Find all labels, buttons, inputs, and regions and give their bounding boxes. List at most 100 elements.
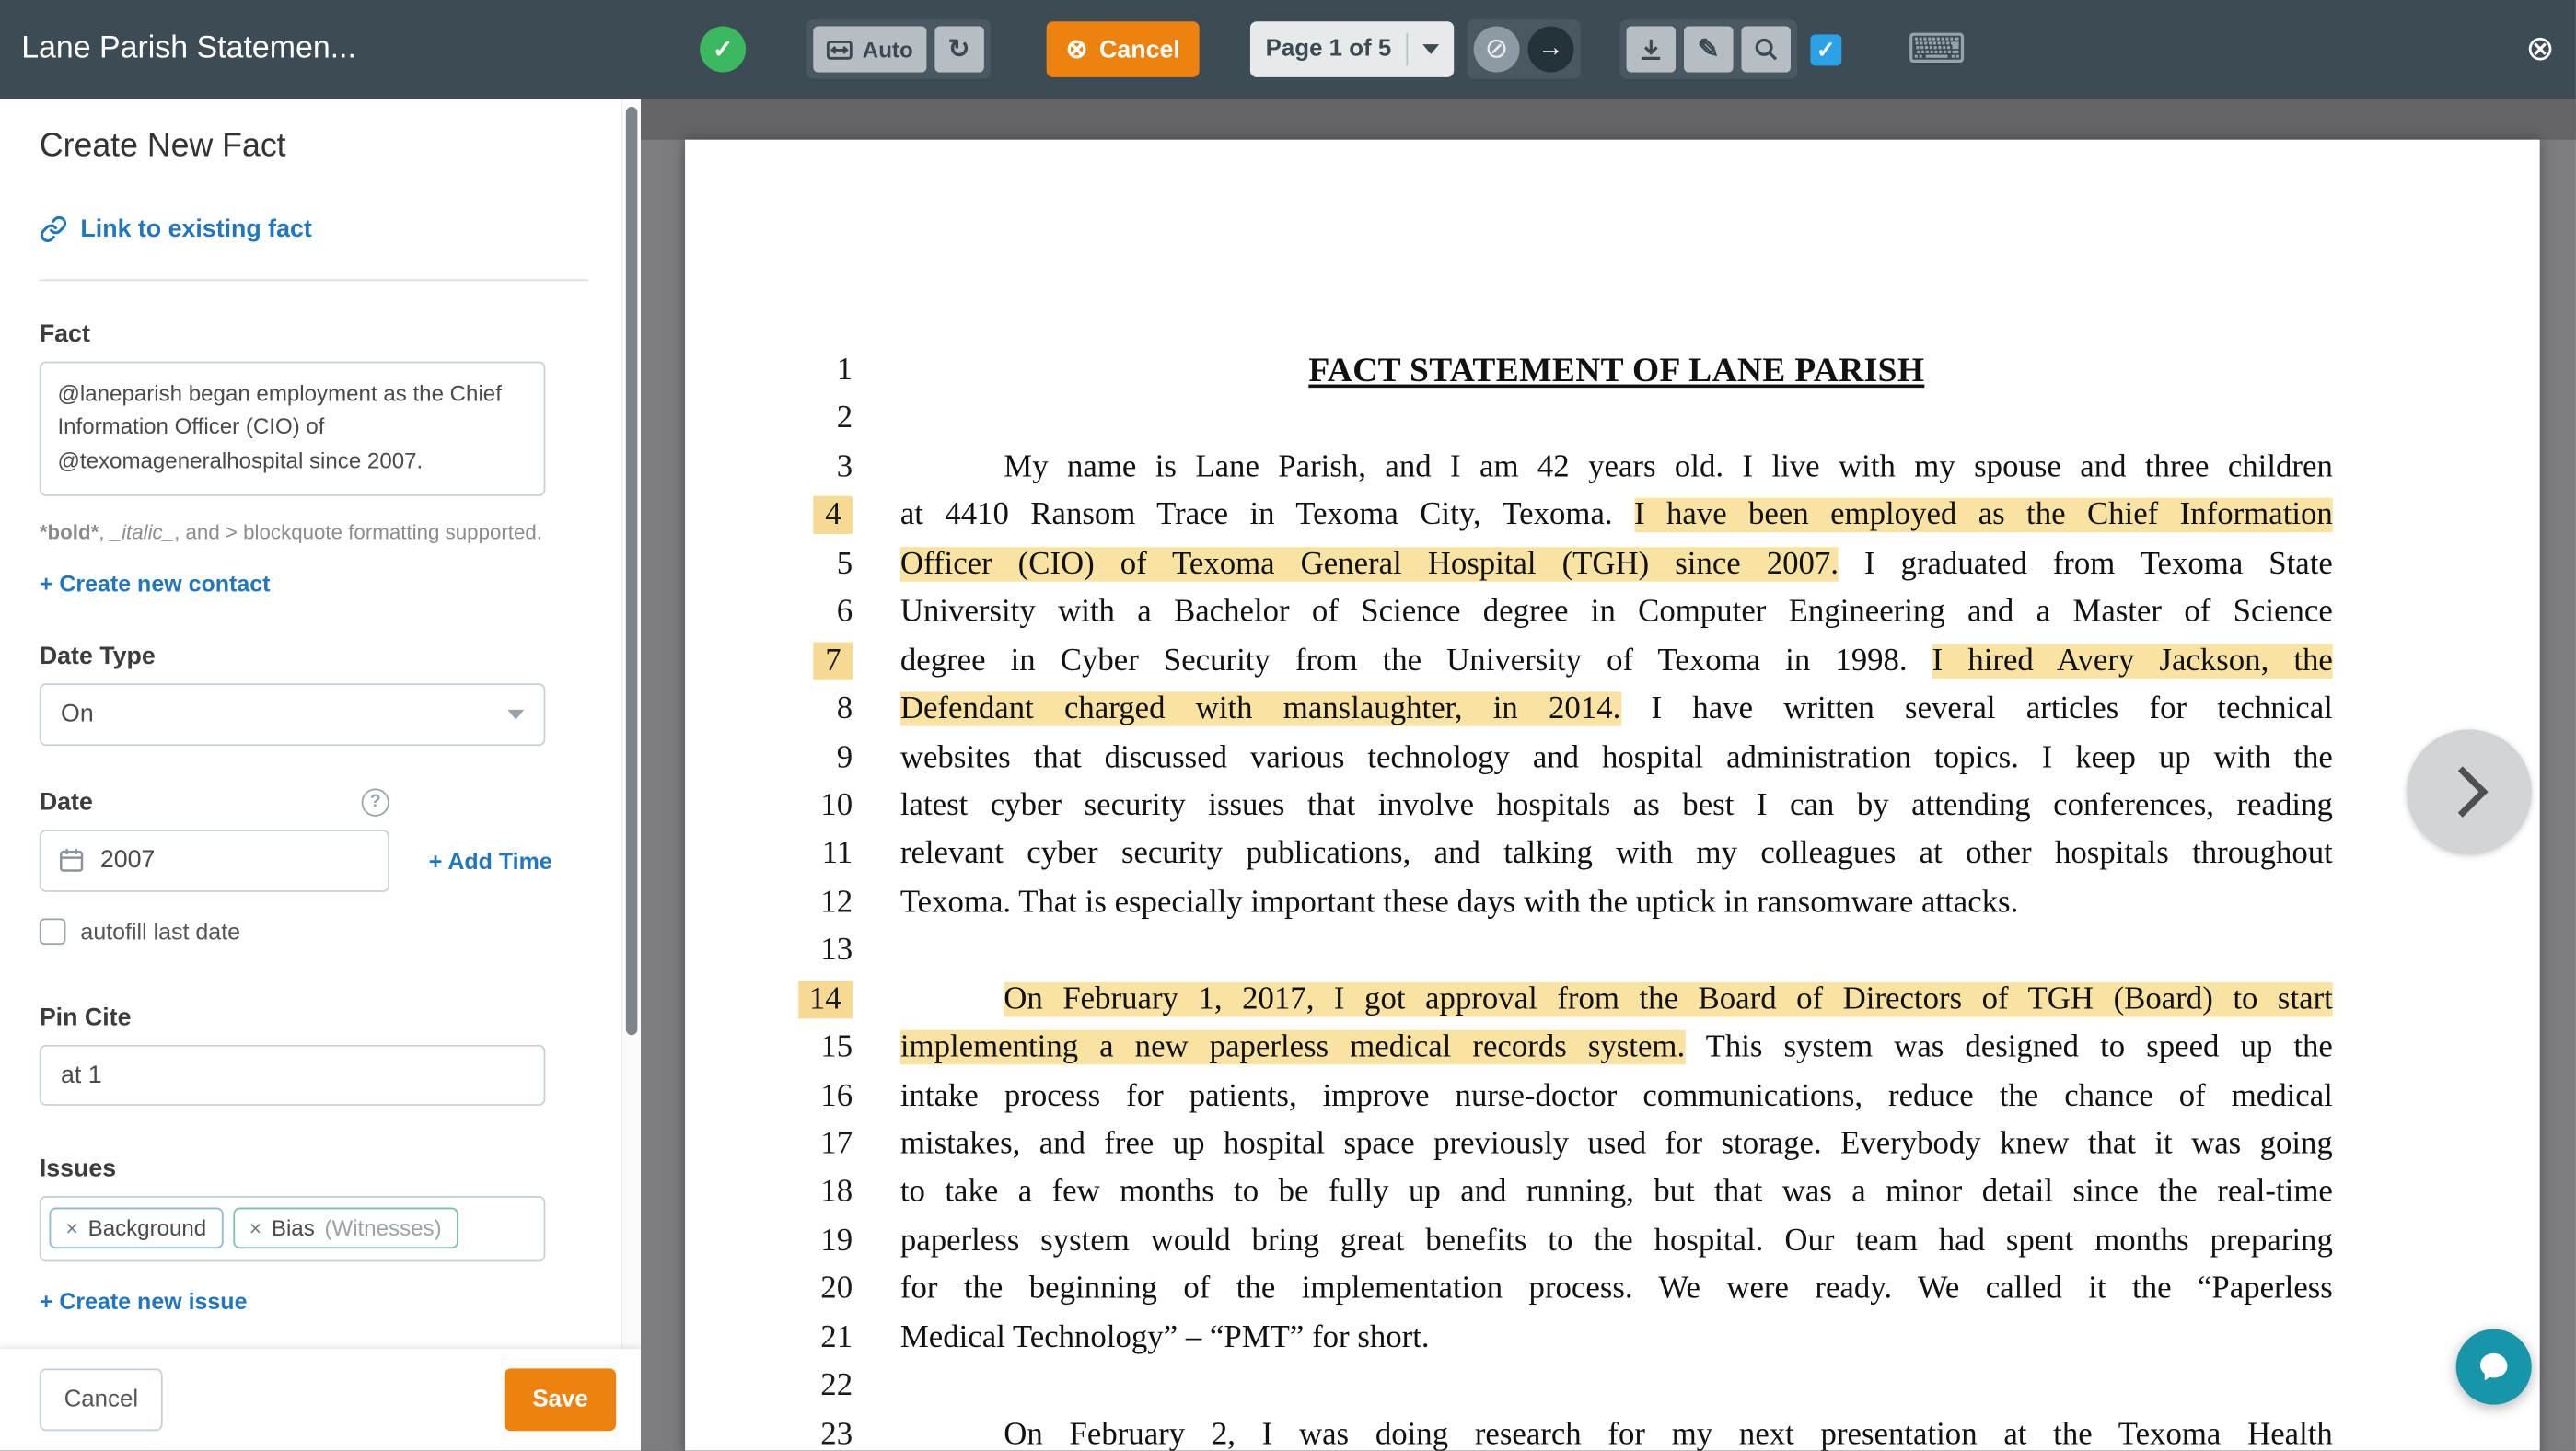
line-number: 16 (685, 1072, 853, 1120)
issues-label: Issues (40, 1155, 582, 1182)
remove-tag-icon[interactable]: × (65, 1216, 78, 1241)
doc-line[interactable]: 17mistakes, and free up hospital space p… (685, 1120, 2540, 1169)
autolink-checkbox[interactable]: ✓ (1810, 34, 1841, 65)
chevron-right-icon (2437, 766, 2489, 818)
doc-line[interactable]: 10latest cyber security issues that invo… (685, 782, 2540, 830)
confirm-button[interactable]: ✓ (700, 27, 746, 73)
line-number: 12 (685, 878, 853, 927)
issue-tag-label: Bias (272, 1216, 315, 1241)
doc-line[interactable]: 20for the beginning of the implementatio… (685, 1266, 2540, 1315)
doc-line[interactable]: 7degree in Cyber Security from the Unive… (685, 637, 2540, 686)
view-controls-cluster: Auto ↻ (806, 19, 990, 78)
fact-highlight[interactable]: On February 1, 2017, I got approval from… (1004, 982, 2333, 1016)
fact-highlight[interactable]: implementing a new paperless medical rec… (900, 1030, 1685, 1064)
cancel-processing-button[interactable]: ⊗ Cancel (1046, 21, 1200, 77)
line-number: 22 (685, 1363, 853, 1411)
apply-highlight-button[interactable]: → (1527, 27, 1573, 73)
page-selector[interactable]: Page 1 of 5 (1251, 21, 1454, 77)
line-number: 8 (685, 685, 853, 734)
remove-tag-icon[interactable]: × (249, 1216, 262, 1241)
keyboard-icon[interactable]: ⌨ (1908, 29, 1967, 70)
line-number: 23 (685, 1410, 853, 1450)
doc-line[interactable]: 2 (685, 395, 2540, 444)
add-time-link[interactable]: + Add Time (429, 847, 552, 874)
create-new-issue-link[interactable]: + Create new issue (40, 1288, 248, 1315)
doc-line[interactable]: 15 implementing a new paperless medical r… (685, 1024, 2540, 1073)
fact-textarea[interactable]: @laneparish began employment as the Chie… (40, 362, 546, 496)
download-button[interactable] (1626, 27, 1676, 73)
autofill-checkbox[interactable] (40, 918, 66, 945)
annotate-button[interactable]: ✎ (1684, 27, 1734, 73)
auto-fit-button[interactable]: Auto (813, 27, 926, 73)
date-input-box[interactable] (40, 830, 389, 892)
doc-line[interactable]: 3My name is Lane Parish, and I am 42 yea… (685, 444, 2540, 493)
doc-line[interactable]: 9websites that discussed various technol… (685, 734, 2540, 783)
pin-cite-label: Pin Cite (40, 1004, 582, 1031)
cancel-fact-button[interactable]: Cancel (40, 1368, 163, 1431)
doc-line[interactable]: 8 Defendant charged with manslaughter, in… (685, 685, 2540, 734)
doc-line[interactable]: 23On February 2, I was doing research fo… (685, 1410, 2540, 1450)
fact-highlight[interactable]: I have been employed as the Chief Inform… (1634, 498, 2333, 532)
doc-line[interactable]: 19paperless system would bring great ben… (685, 1217, 2540, 1266)
issue-tag-background: × Background (50, 1208, 224, 1249)
auto-fit-label: Auto (863, 37, 913, 62)
issues-multiselect[interactable]: × Background × Bias (Witnesses) (40, 1196, 546, 1261)
doc-line[interactable]: 22 (685, 1363, 2540, 1411)
hint-italic: _italic_ (110, 521, 174, 544)
line-number: 10 (685, 782, 853, 830)
line-number: 18 (685, 1168, 853, 1217)
create-new-contact-link[interactable]: + Create new contact (40, 570, 271, 597)
download-icon (1638, 36, 1665, 63)
close-button[interactable]: ⊗ (2525, 29, 2554, 70)
line-number: 15 (685, 1024, 853, 1073)
doc-line[interactable]: 5Officer (CIO) of Texoma General Hospita… (685, 540, 2540, 589)
doc-line[interactable]: 11relevant cyber security publications, … (685, 830, 2540, 879)
line-number: 9 (685, 734, 853, 783)
link-to-existing-fact[interactable]: Link to existing fact (40, 215, 582, 243)
chat-launcher-button[interactable] (2456, 1329, 2532, 1405)
hint-bold: *bold* (40, 521, 99, 544)
fact-highlight[interactable]: Officer (CIO) of Texoma General Hospital… (900, 547, 1839, 581)
doc-line[interactable]: 13 (685, 927, 2540, 976)
line-number: 13 (685, 927, 853, 976)
link-to-existing-fact-label: Link to existing fact (80, 215, 311, 243)
doc-line[interactable]: 1FACT STATEMENT OF LANE PARISH (685, 347, 2540, 396)
doc-line[interactable]: 14On February 1, 2017, I got approval fr… (685, 975, 2540, 1024)
formatting-hint: *bold*, _italic_, and > blockquote forma… (40, 517, 549, 548)
autofill-label: autofill last date (80, 918, 240, 945)
date-help-icon[interactable]: ? (362, 788, 389, 816)
sidebar-scrollbar (621, 99, 641, 1349)
doc-line[interactable]: 4at 4410 Ransom Trace in Texoma City, Te… (685, 492, 2540, 540)
panel-title: Create New Fact (40, 128, 582, 166)
search-button[interactable] (1741, 27, 1791, 73)
doc-line[interactable]: 6University with a Bachelor of Science d… (685, 588, 2540, 637)
refresh-button[interactable]: ↻ (934, 27, 984, 73)
doc-line[interactable]: 18to take a few months to be fully up an… (685, 1168, 2540, 1217)
calendar-icon (57, 846, 85, 874)
fact-highlight[interactable]: Defendant charged with manslaughter, in … (900, 691, 1620, 726)
pin-cite-input[interactable] (40, 1044, 546, 1105)
save-fact-button[interactable]: Save (505, 1368, 616, 1431)
doc-line[interactable]: 16intake process for patients, improve n… (685, 1072, 2540, 1120)
checkbox-check-icon: ✓ (1816, 35, 1836, 63)
line-number: 3 (685, 444, 853, 493)
fact-highlight[interactable]: I hired Avery Jackson, the (1932, 644, 2333, 678)
doc-line[interactable]: 12Texoma. That is especially important t… (685, 878, 2540, 927)
hint-sep: , (99, 521, 110, 544)
scrollbar-thumb[interactable] (626, 107, 637, 1035)
date-label: Date (40, 788, 93, 816)
line-number: 19 (685, 1217, 853, 1266)
doc-line[interactable]: 21Medical Technology” – “PMT” for short. (685, 1314, 2540, 1363)
clear-highlight-button[interactable]: ⊘ (1473, 27, 1519, 73)
panel-footer: Cancel Save (0, 1349, 641, 1451)
date-type-value: On (61, 701, 94, 728)
refresh-icon: ↻ (948, 33, 970, 66)
date-type-select[interactable]: On (40, 683, 546, 746)
app-body: Create New Fact Link to existing fact Fa… (0, 99, 2576, 1451)
next-page-button[interactable] (2407, 729, 2532, 854)
date-input[interactable] (100, 846, 297, 874)
document-viewer: 1FACT STATEMENT OF LANE PARISH23My name … (641, 99, 2576, 1451)
check-icon: ✓ (713, 34, 733, 64)
line-number-highlight: 7 (814, 642, 853, 679)
tools-cluster: ✎ (1619, 19, 1797, 78)
